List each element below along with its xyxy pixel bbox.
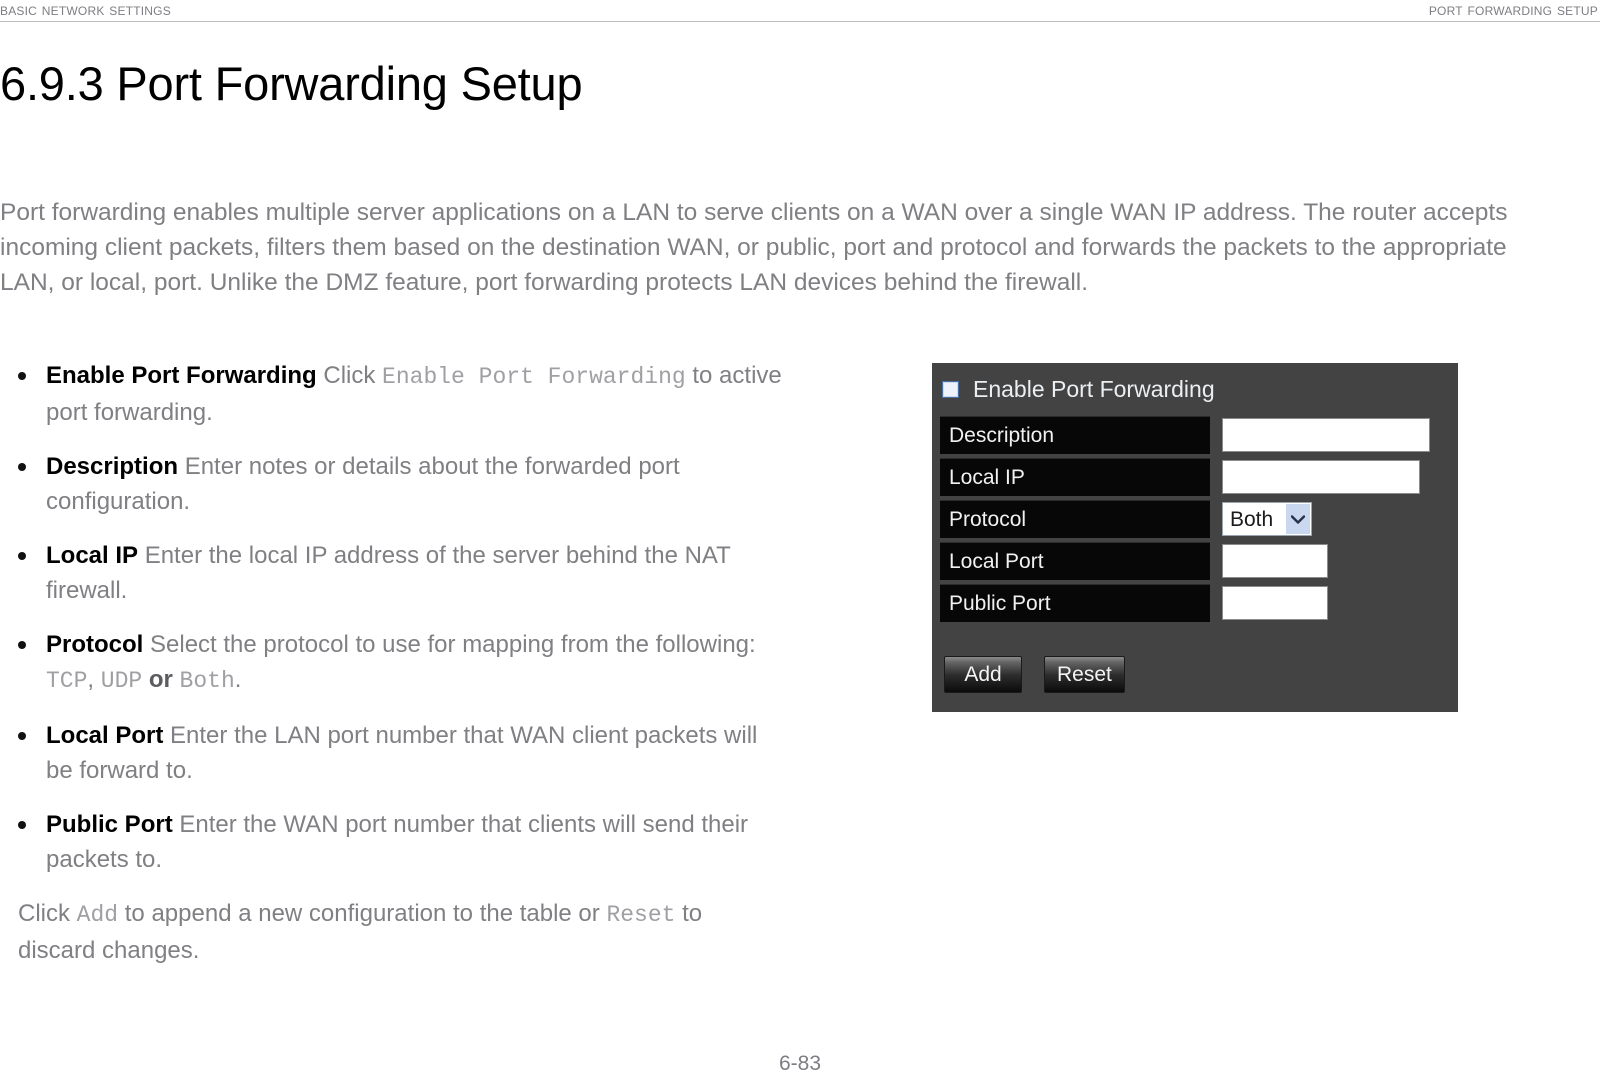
enable-port-forwarding-label: Enable Port Forwarding	[973, 375, 1215, 402]
protocol-select-wrap: Both	[1222, 502, 1312, 536]
list-item: Local IP Enter the local IP address of t…	[0, 538, 790, 608]
ui-literal-reset: Reset	[606, 902, 676, 928]
list-item: Description Enter notes or details about…	[0, 449, 790, 519]
public-port-input[interactable]	[1222, 586, 1328, 620]
term-enable-port-forwarding: Enable Port Forwarding	[46, 362, 317, 389]
form-row-local-ip: Local IP	[940, 456, 1452, 498]
form-button-row: Add Reset	[944, 656, 1125, 693]
ui-literal-enable-port-forwarding: Enable Port Forwarding	[382, 364, 686, 390]
closing-part2: to append a new configuration to the tab…	[124, 900, 600, 927]
label-public-port: Public Port	[940, 584, 1210, 622]
local-ip-input[interactable]	[1222, 460, 1420, 494]
term-local-port: Local Port	[46, 722, 164, 749]
term-protocol: Protocol	[46, 631, 144, 658]
ui-literal-tcp: TCP	[46, 668, 88, 694]
page-title: 6.9.3 Port Forwarding Setup	[0, 57, 583, 110]
form-row-protocol: Protocol Both	[940, 498, 1452, 540]
running-header: Basic Network Settings Port Forwarding S…	[0, 0, 1600, 22]
protocol-select-value: Both	[1230, 507, 1274, 531]
conjunction-or: or	[148, 666, 173, 693]
label-description: Description	[940, 416, 1210, 454]
form-row-local-port: Local Port	[940, 540, 1452, 582]
desc-text: Enter the local IP address of the server…	[46, 542, 731, 604]
ui-literal-both: Both	[179, 668, 235, 694]
list-item: Enable Port Forwarding Click Enable Port…	[0, 358, 790, 430]
term-local-ip: Local IP	[46, 542, 139, 569]
bullet-dot-icon	[18, 732, 26, 740]
description-input[interactable]	[1222, 418, 1430, 452]
local-ip-input-wrap	[1222, 460, 1420, 494]
description-input-wrap	[1222, 418, 1430, 452]
bullet-dot-icon	[18, 641, 26, 649]
feature-description-column: Enable Port Forwarding Click Enable Port…	[0, 358, 790, 992]
local-port-input-wrap	[1222, 544, 1328, 578]
port-forwarding-ui-screenshot: Enable Port Forwarding Description Local…	[932, 363, 1458, 712]
label-protocol: Protocol	[940, 500, 1210, 538]
term-description: Description	[46, 453, 179, 480]
label-local-port: Local Port	[940, 542, 1210, 580]
closing-part1: Click	[18, 900, 70, 927]
term-public-port: Public Port	[46, 811, 173, 838]
page-footer: 6-83	[0, 1052, 1600, 1076]
field-definition-list: Enable Port Forwarding Click Enable Port…	[0, 358, 790, 877]
form-row-description: Description	[940, 414, 1452, 456]
desc-text-before: Select the protocol to use for mapping f…	[150, 631, 756, 658]
protocol-select[interactable]: Both	[1222, 502, 1312, 536]
intro-paragraph: Port forwarding enables multiple server …	[0, 198, 1508, 296]
enable-port-forwarding-checkbox-icon[interactable]	[942, 380, 959, 398]
label-local-ip: Local IP	[940, 458, 1210, 496]
header-section-title: Basic Network Settings	[0, 1, 171, 19]
bullet-dot-icon	[18, 463, 26, 471]
list-item: Local Port Enter the LAN port number tha…	[0, 718, 790, 788]
page-number: 6-83	[778, 1052, 822, 1075]
chevron-down-icon[interactable]	[1286, 504, 1310, 534]
local-port-input[interactable]	[1222, 544, 1328, 578]
list-item: Public Port Enter the WAN port number th…	[0, 807, 790, 877]
enable-port-forwarding-row[interactable]: Enable Port Forwarding	[942, 371, 1215, 407]
header-topic-title: Port Forwarding Setup	[1428, 1, 1598, 19]
bullet-dot-icon	[18, 552, 26, 560]
closing-paragraph: Click Add to append a new configuration …	[0, 896, 758, 968]
period: .	[234, 666, 242, 693]
port-forwarding-form: Description Local IP Protocol Both Local…	[940, 414, 1452, 624]
ui-literal-add: Add	[76, 902, 119, 928]
comma-separator: ,	[87, 666, 95, 693]
add-button[interactable]: Add	[944, 656, 1022, 693]
bullet-dot-icon	[18, 372, 26, 380]
reset-button[interactable]: Reset	[1044, 656, 1125, 693]
public-port-input-wrap	[1222, 586, 1328, 620]
bullet-dot-icon	[18, 821, 26, 829]
desc-text-before: Click	[323, 362, 376, 389]
ui-literal-udp: UDP	[100, 668, 143, 694]
list-item: Protocol Select the protocol to use for …	[0, 627, 790, 699]
form-row-public-port: Public Port	[940, 582, 1452, 624]
